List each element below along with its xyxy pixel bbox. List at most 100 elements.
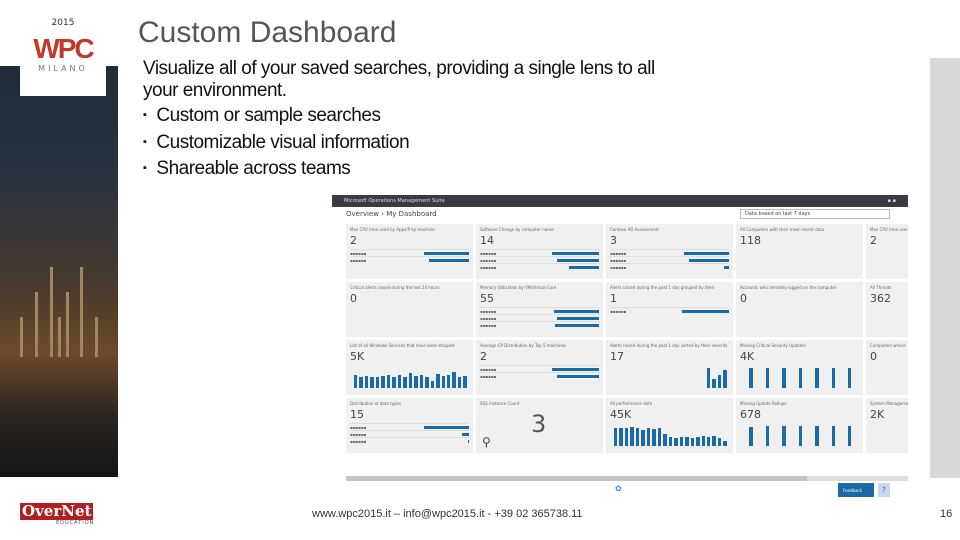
chart-bar xyxy=(831,368,835,388)
tile-chart xyxy=(744,424,857,446)
dashboard-tile[interactable]: Critical alerts raised during the last 2… xyxy=(346,282,473,337)
help-button[interactable]: ? xyxy=(878,483,890,497)
dashboard-tile[interactable]: Computers where 0 xyxy=(866,340,908,395)
page-number: 16 xyxy=(940,508,953,520)
dashboard-tile[interactable]: All Threats 362 xyxy=(866,282,908,337)
tile-title: Memory Utilization by VM/Virtual Core xyxy=(480,285,557,290)
tile-row: ▪▪▪▪▪▪ xyxy=(350,256,469,263)
tile-row: ▪▪▪▪▪▪ xyxy=(610,249,729,256)
dashboard-tile[interactable]: Memory Utilization by VM/Virtual Core 55 ▪… xyxy=(476,282,603,337)
dashboard-tile[interactable]: System Management 2K xyxy=(866,398,908,453)
chart-bar xyxy=(463,375,467,388)
chart-bar xyxy=(712,436,716,446)
tile-row: ▪▪▪▪▪▪ xyxy=(480,307,599,314)
chart-bar xyxy=(646,428,651,446)
chart-bar xyxy=(614,428,618,446)
dashboard-tile[interactable]: All Computers with their most recent dat… xyxy=(736,224,863,279)
tile-row: ▪▪▪▪▪▪ xyxy=(480,256,599,263)
breadcrumb: Overview › My Dashboard Data based on las… xyxy=(332,207,908,221)
spire xyxy=(95,317,98,357)
time-range-select[interactable]: Data based on last 7 days xyxy=(740,209,890,219)
dashboard-tile[interactable]: Accounts who remotely logged on the comp… xyxy=(736,282,863,337)
dashboard-tile[interactable]: Average CP Distribution by Top 5 machine… xyxy=(476,340,603,395)
dashboard-tile[interactable]: Distribution of data types 15 ▪▪▪▪▪▪ ▪▪▪▪▪▪… xyxy=(346,398,473,453)
tile-row: ▪▪▪▪▪▪ xyxy=(610,263,729,270)
dashboard-tile[interactable]: Contoso AD Assessment 3 ▪▪▪▪▪▪ ▪▪▪▪▪▪ ▪▪▪▪▪▪ xyxy=(606,224,733,279)
tile-value: 362 xyxy=(870,292,891,305)
tile-title: Max CPU time used xyxy=(870,227,908,232)
tile-title: Missing Critical Security Updates xyxy=(740,343,806,348)
tile-chart xyxy=(614,424,727,446)
chart-bar xyxy=(706,436,711,446)
feedback-button[interactable]: Feedback xyxy=(838,483,874,497)
spire xyxy=(50,267,53,357)
dashboard-tile[interactable]: List of all Windows Services that have b… xyxy=(346,340,473,395)
row-bar xyxy=(551,367,599,371)
tile-title: All Threats xyxy=(870,285,892,290)
chart-bar xyxy=(403,377,407,388)
chart-bar xyxy=(782,426,786,446)
chart-bar xyxy=(375,376,380,388)
chart-bar xyxy=(696,436,700,446)
dashboard-tile[interactable]: Missing Update Rollups 678 xyxy=(736,398,863,453)
tile-row: ▪▪▪▪▪▪ xyxy=(350,430,469,437)
tile-grid: Max CPU time used by Apps/P by machine 2 ▪… xyxy=(346,224,908,453)
chart-bar xyxy=(359,377,363,388)
header-links[interactable]: ▪ ▪ xyxy=(888,198,896,204)
spire xyxy=(80,267,83,357)
dashboard-tile[interactable]: Missing Critical Security Updates 4K xyxy=(736,340,863,395)
chart-bar xyxy=(397,374,402,388)
bullet: Customizable visual information xyxy=(143,132,409,159)
tile-title: Average CP Distribution by Top 5 machine… xyxy=(480,343,567,348)
chart-bar xyxy=(663,433,667,446)
tile-chart xyxy=(614,366,727,388)
horizontal-scrollbar[interactable] xyxy=(346,476,908,481)
tile-value: 678 xyxy=(740,408,761,421)
tile-value: 14 xyxy=(480,234,494,247)
tile-row: ▪▪▪▪▪▪ xyxy=(610,256,729,263)
tile-value: 1 xyxy=(610,292,617,305)
decorative-bar xyxy=(930,58,960,478)
tile-title: All performance data xyxy=(610,401,653,406)
dashboard-tile[interactable]: Alerts raised during the past 1 day sort… xyxy=(606,340,733,395)
chart-bar xyxy=(392,376,396,388)
tile-row: ▪▪▪▪▪▪ xyxy=(350,423,469,430)
row-bar xyxy=(569,265,599,269)
oms-dashboard-screenshot: Microsoft Operations Management Suite ▪ ▪… xyxy=(332,195,908,501)
settings-gear-icon[interactable]: ✿ xyxy=(615,484,622,493)
chart-bar xyxy=(668,437,673,446)
tile-value: 15 xyxy=(350,408,364,421)
tile-title: System Management xyxy=(870,401,908,406)
dashboard-tile[interactable]: SQL Instance Count 3 ⚲ xyxy=(476,398,603,453)
chart-bar xyxy=(831,426,835,446)
chart-bar xyxy=(847,426,852,446)
dashboard-tile[interactable]: Max CPU time used 2 xyxy=(866,224,908,279)
dashboard-tile[interactable]: All performance data 45K xyxy=(606,398,733,453)
logo-city: MILANO xyxy=(38,64,88,73)
dashboard-tile[interactable]: Software Change by computer name 14 ▪▪▪▪▪▪… xyxy=(476,224,603,279)
tile-value: 17 xyxy=(610,350,624,363)
tile-value: 45K xyxy=(610,408,632,421)
dashboard-tile[interactable]: Max CPU time used by Apps/P by machine 2 ▪… xyxy=(346,224,473,279)
tile-row: ▪▪▪▪▪▪ xyxy=(480,314,599,321)
tile-title: SQL Instance Count xyxy=(480,401,520,406)
row-bar xyxy=(551,251,599,255)
chart-bar xyxy=(782,368,786,388)
chart-bar xyxy=(370,377,374,388)
row-bar xyxy=(555,323,599,327)
slide-intro: Visualize all of your saved searches, pr… xyxy=(143,58,655,101)
breadcrumb-text[interactable]: Overview › My Dashboard xyxy=(346,210,437,218)
chart-bar xyxy=(630,427,634,446)
row-bar xyxy=(424,251,469,255)
logo-wpc: WPC xyxy=(33,33,94,64)
chart-bar xyxy=(441,375,445,388)
spire xyxy=(58,317,61,357)
tile-title: Missing Update Rollups xyxy=(740,401,787,406)
dashboard-tile[interactable]: Alerts raised during the past 1 day grou… xyxy=(606,282,733,337)
chart-bar xyxy=(624,428,629,446)
slide-footer: www.wpc2015.it – info@wpc2015.it - +39 0… xyxy=(312,508,583,520)
row-bar xyxy=(429,258,469,262)
chart-bar xyxy=(430,381,435,388)
chart-bar xyxy=(723,440,727,446)
chart-bar xyxy=(815,368,819,388)
